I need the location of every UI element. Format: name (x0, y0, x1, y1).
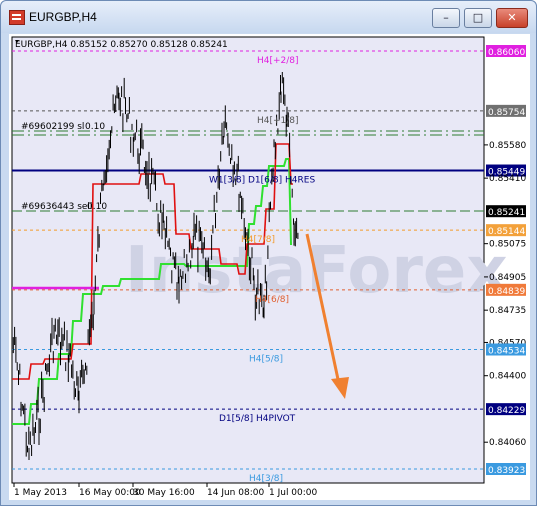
window-titlebar[interactable]: EURGBP,H4 – □ ✕ (1, 1, 536, 33)
maximize-button[interactable]: □ (464, 8, 492, 28)
minimize-button[interactable]: – (432, 8, 460, 28)
close-button[interactable]: ✕ (496, 8, 528, 28)
level-label: H4[+2/8] (257, 56, 299, 66)
order-lots-sell1: 0.10 (85, 122, 105, 132)
order-label-sell2: #69636443 sell (21, 202, 92, 212)
price-label: 0.85410 (489, 174, 526, 184)
price-tag: 0.84229 (488, 406, 525, 416)
price-tag: 0.85754 (488, 108, 525, 118)
time-label: 14 Jun 08:00 (207, 488, 264, 498)
level-label: H4[7/8] (241, 235, 275, 245)
time-label: 1 Jul 00:00 (269, 488, 318, 498)
price-label: 0.85075 (489, 240, 526, 250)
price-tag: 0.86060 (488, 48, 525, 58)
price-tag: 0.84839 (488, 287, 525, 297)
price-label: 0.84905 (489, 273, 526, 283)
price-label: 0.85580 (489, 141, 526, 151)
time-label: 30 May 16:00 (133, 488, 195, 498)
level-label: D1[5/8] H4PIVOT (219, 414, 296, 424)
price-label: 0.84735 (489, 306, 526, 316)
time-label: 16 May 00:00 (79, 488, 141, 498)
chart-canvas[interactable]: InstaForex #69602199 sl 0.10 #69636443 s… (9, 34, 530, 500)
time-label: 1 May 2013 (14, 488, 67, 498)
level-label: H4[5/8] (249, 354, 283, 364)
price-label: 0.84060 (489, 438, 526, 448)
price-tag: 0.85241 (488, 208, 525, 218)
chart-info-line: EURGBP,H4 0.85152 0.85270 0.85128 0.8524… (15, 40, 228, 50)
chart-window: EURGBP,H4 – □ ✕ InstaForex #69602199 sl … (0, 0, 537, 506)
order-label-sell1: #69602199 sl (21, 122, 84, 132)
price-label: 0.84400 (489, 372, 526, 382)
price-tag: 0.83923 (488, 466, 525, 476)
level-label: H4[3/8] (249, 474, 283, 484)
price-tag: 0.84534 (488, 346, 525, 356)
price-chart[interactable]: InstaForex #69602199 sl 0.10 #69636443 s… (9, 34, 530, 500)
level-label: H4[6/8] (255, 295, 289, 305)
order-lots-sell2: 0.10 (87, 202, 107, 212)
level-label: H4[+1/8] (257, 116, 299, 126)
level-label: W1[3/8] D1[6/8] H4RES (209, 176, 315, 186)
price-tag: 0.85144 (488, 227, 525, 237)
chart-app-icon (9, 10, 25, 25)
window-title: EURGBP,H4 (29, 10, 97, 24)
